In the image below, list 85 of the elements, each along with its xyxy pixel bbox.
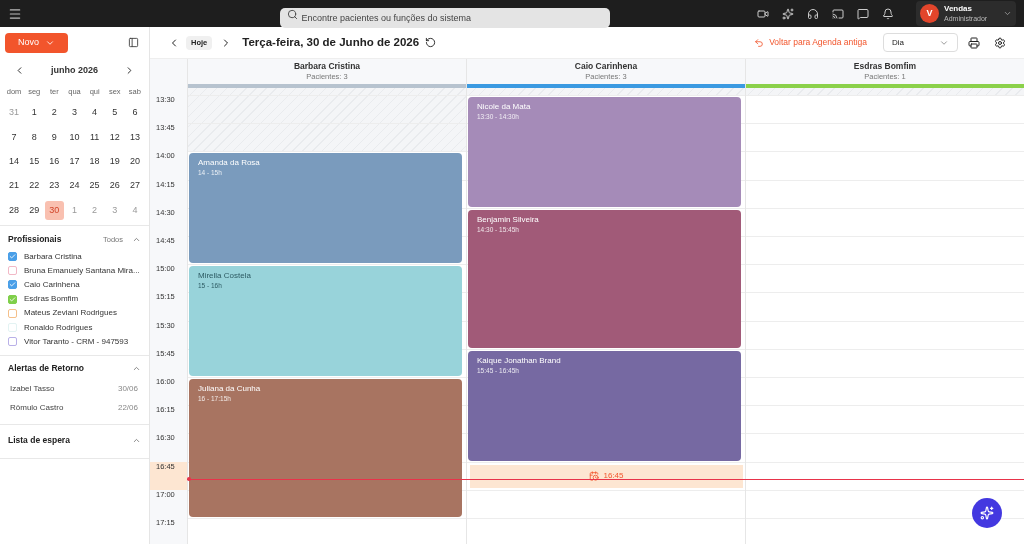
calendar-day[interactable]: 1 (24, 103, 44, 123)
cast-icon[interactable] (832, 7, 844, 20)
search-field[interactable]: Encontre pacientes ou funções do sistema (279, 7, 610, 28)
section-title: Alertas de Retorno (8, 362, 85, 376)
user-name: Vendas (944, 3, 973, 14)
calendar-day[interactable]: 8 (24, 127, 44, 147)
return-icon (754, 37, 765, 48)
checkbox[interactable] (8, 252, 17, 262)
current-time-label: 16:45 (603, 470, 624, 483)
menu-icon[interactable] (8, 6, 22, 21)
checkbox[interactable] (8, 280, 17, 290)
patient-name: Benjamin Silveira (477, 214, 540, 225)
calendar-day[interactable]: 11 (85, 127, 105, 147)
calendar-day[interactable]: 14 (4, 152, 24, 172)
patient-name: Mirella Costela (198, 271, 252, 282)
calendar-day[interactable]: 3 (65, 103, 84, 123)
calendar-day[interactable]: 4 (85, 103, 105, 123)
sparkle-icon (980, 506, 994, 520)
calendar-day[interactable]: 20 (125, 152, 145, 172)
assistant-button[interactable] (972, 498, 1002, 528)
calendar-day[interactable]: 18 (85, 152, 105, 172)
calendar-day[interactable]: 24 (65, 176, 84, 196)
patient-name: Nicole da Mata (477, 102, 532, 112)
message-icon[interactable] (857, 7, 869, 20)
calendar-day[interactable]: 2 (44, 103, 64, 123)
date-title: Terça-feira, 30 de Junho de 2026 (242, 34, 420, 50)
professional-name: Bruna Emanuely Santana Mira... (24, 264, 140, 277)
calendar-day[interactable]: 26 (105, 176, 125, 196)
month-title: junho 2026 (51, 63, 98, 77)
calendar-day[interactable]: 28 (4, 200, 24, 220)
calendar-day[interactable]: 22 (24, 176, 44, 196)
section-title: Lista de espera (8, 434, 70, 448)
patient-name[interactable]: Izabel Tasso (10, 383, 55, 396)
current-time-band (150, 461, 187, 490)
sparkle-icon[interactable] (782, 7, 794, 20)
chevron-down-icon (1003, 9, 1012, 18)
patient-name: Kaique Jonathan Brand (477, 355, 562, 366)
professional-name: Esdras Bomfim (24, 293, 79, 306)
return-date: 22/06 (117, 402, 138, 415)
professional-name: Mateus Zeviani Rodrigues (24, 307, 117, 320)
professional-name: Esdras Bomfim (853, 61, 917, 73)
section-title: Profissionais (8, 233, 62, 246)
collapse-sidebar-icon[interactable] (128, 37, 139, 48)
view-select[interactable]: Dia (883, 33, 958, 52)
checkbox[interactable] (8, 308, 17, 318)
calendar-day[interactable]: 5 (105, 103, 125, 123)
calendar-day[interactable]: 10 (65, 127, 84, 147)
professional-name: Barbara Cristina (24, 250, 82, 263)
calendar-day[interactable]: 19 (105, 152, 125, 172)
calendar-day[interactable]: 23 (44, 176, 64, 196)
video-icon[interactable] (757, 7, 769, 20)
calendar-day[interactable]: 13 (125, 127, 145, 147)
settings-icon[interactable] (994, 36, 1006, 49)
checkbox[interactable] (8, 337, 17, 347)
calendar-day[interactable]: 29 (24, 200, 44, 220)
headset-icon[interactable] (807, 7, 819, 20)
patient-name: Amanda da Rosa (198, 158, 261, 169)
patient-name[interactable]: Rômulo Castro (10, 402, 64, 415)
user-avatar: V (920, 4, 939, 23)
calendar-day[interactable]: 17 (65, 152, 84, 172)
calendar-day[interactable]: 15 (24, 152, 44, 172)
calendar-day[interactable]: 21 (4, 176, 24, 196)
professional-name: Caio Carinhena (574, 61, 638, 73)
patient-name: Juliana da Cunha (198, 384, 262, 394)
calendar-day[interactable]: 25 (85, 176, 105, 196)
calendar-day[interactable]: 12 (105, 127, 125, 147)
professional-name: Barbara Cristina (293, 61, 361, 73)
calendar-day[interactable]: 16 (44, 152, 64, 172)
checkbox[interactable] (8, 266, 17, 276)
professional-name: Ronaldo Rodrigues (24, 321, 93, 334)
professional-name: Vitor Taranto - CRM - 947593 (24, 335, 129, 348)
calendar-day[interactable]: 27 (125, 176, 145, 196)
checkbox[interactable] (8, 294, 17, 304)
return-date: 30/06 (117, 383, 138, 396)
print-icon[interactable] (968, 36, 980, 49)
old-agenda-link[interactable]: Voltar para Agenda antiga (754, 36, 867, 49)
calendar-day[interactable]: 6 (125, 103, 145, 123)
calendar-day[interactable]: 9 (44, 127, 64, 147)
calendar-icon (589, 471, 600, 482)
search-icon (286, 8, 298, 20)
calendar-day[interactable]: 7 (4, 127, 24, 147)
refresh-icon[interactable] (425, 37, 437, 48)
collapse-icon[interactable] (132, 235, 141, 244)
professional-name: Caio Carinhena (24, 278, 80, 291)
bell-icon[interactable] (882, 7, 894, 20)
